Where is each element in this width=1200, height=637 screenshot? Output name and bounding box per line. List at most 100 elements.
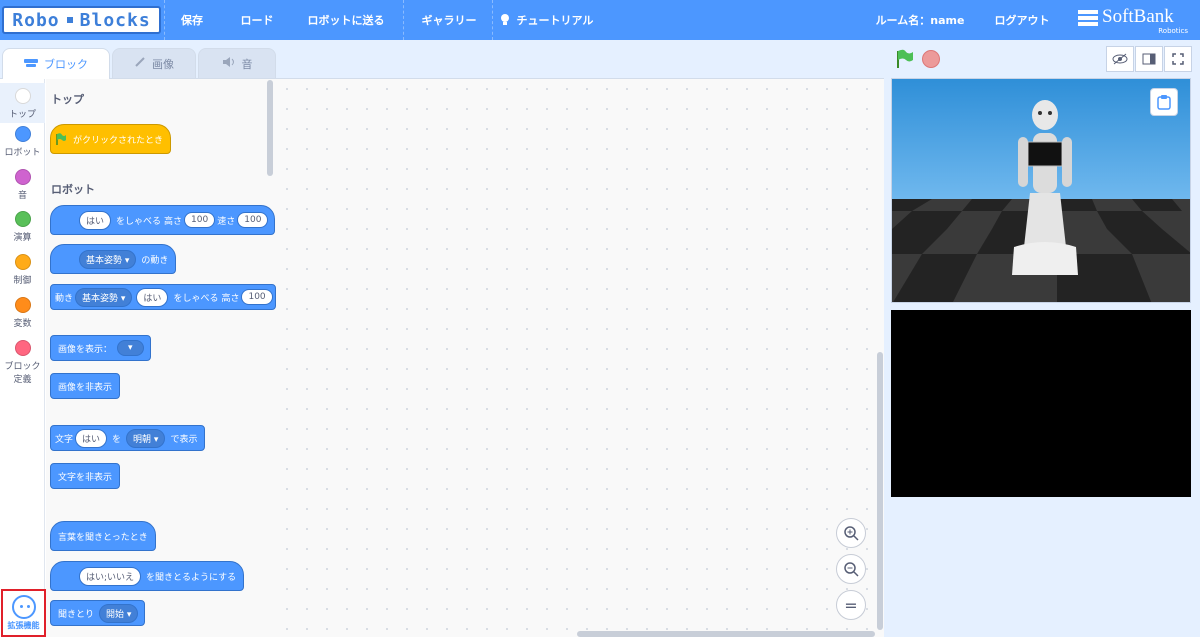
- category-sound[interactable]: 音: [0, 169, 45, 201]
- category-top[interactable]: トップ: [0, 83, 45, 123]
- panel-icon: [1142, 53, 1156, 65]
- motion-say-value-input[interactable]: はい: [136, 287, 169, 307]
- softbank-bars-icon: [1078, 10, 1098, 27]
- logout-menu[interactable]: ログアウト: [988, 0, 1056, 40]
- logo-dot: [66, 17, 73, 23]
- category-my-blocks[interactable]: ブロック 定義: [0, 340, 45, 385]
- category-operators-dot: [14, 211, 31, 227]
- show-image-dropdown[interactable]: ▾: [117, 340, 144, 356]
- motion-say-prefix: 動き: [55, 293, 74, 304]
- tab-blocks[interactable]: ブロック: [2, 48, 110, 79]
- block-hide-text[interactable]: 文字を非表示: [50, 463, 121, 489]
- listen-toggle-dropdown[interactable]: 開始 ▾: [99, 603, 139, 623]
- when-heard-text: 言葉を聞きとったとき: [58, 532, 148, 543]
- show-text-value-input[interactable]: はい: [75, 428, 108, 448]
- clipboard-icon: [1157, 95, 1171, 110]
- tab-sounds-label: 音: [241, 57, 253, 71]
- show-text-prefix: 文字: [55, 434, 74, 445]
- menu-divider: [164, 0, 165, 40]
- category-operators[interactable]: 演算: [0, 211, 45, 243]
- category-variables[interactable]: 変数: [0, 297, 45, 329]
- section-title-top: トップ: [51, 93, 84, 106]
- snapshot-button[interactable]: [1150, 88, 1178, 116]
- show-text-mid: を: [112, 434, 122, 445]
- motion-say-text: をしゃべる: [173, 293, 219, 304]
- block-motion[interactable]: 基本姿勢 ▾ の動き: [50, 244, 177, 274]
- save-menu[interactable]: 保存: [170, 0, 214, 40]
- tutorial-menu[interactable]: チュートリアル: [496, 0, 596, 40]
- zoom-out-icon: [844, 562, 859, 577]
- show-text-suffix: で表示: [170, 434, 198, 445]
- robot-face-icon: [11, 595, 36, 619]
- category-control-label: 制御: [13, 276, 32, 286]
- gallery-menu[interactable]: ギャラリー: [414, 0, 484, 40]
- zoom-in-button[interactable]: [836, 518, 866, 548]
- block-listen-toggle[interactable]: 聞きとり 開始 ▾: [50, 600, 146, 626]
- app-logo[interactable]: Robo Blocks: [2, 6, 161, 34]
- workspace-horizontal-scrollbar[interactable]: [577, 631, 875, 637]
- softbank-brand-sub: Robotics: [1158, 27, 1188, 35]
- tab-costumes-label: 画像: [152, 57, 174, 71]
- zoom-reset-button[interactable]: =: [836, 590, 866, 620]
- small-stage-button[interactable]: [1135, 46, 1163, 72]
- green-flag-run-icon: [897, 49, 913, 68]
- fullscreen-icon: [1172, 53, 1184, 65]
- block-show-text[interactable]: 文字 はい を 明朝 ▾ で表示: [50, 425, 206, 451]
- say-speed-input[interactable]: 100: [237, 212, 269, 228]
- menu-bar: Robo Blocks 保存 ロード ロボットに送る ギャラリー チュートリアル…: [0, 0, 1200, 40]
- send-to-robot-menu[interactable]: ロボットに送る: [300, 0, 392, 40]
- fullscreen-button[interactable]: [1164, 46, 1192, 72]
- listen-words-text: を聞きとるようにする: [146, 572, 237, 583]
- listen-toggle-value: 開始: [106, 609, 125, 620]
- motion-say-pitch-input[interactable]: 100: [241, 289, 273, 305]
- room-name: ルーム名：name: [875, 14, 965, 27]
- flyout-scrollbar[interactable]: [267, 80, 273, 176]
- script-workspace[interactable]: [277, 78, 884, 637]
- logo-text-right: Blocks: [79, 9, 151, 31]
- robot-stage[interactable]: [891, 78, 1191, 303]
- say-pitch-input[interactable]: 100: [184, 212, 216, 228]
- motion-pose-dropdown[interactable]: 基本姿勢 ▾: [79, 249, 137, 269]
- green-flag-button[interactable]: [895, 49, 915, 69]
- section-title-robot: ロボット: [51, 183, 95, 196]
- camera-view: [891, 310, 1191, 497]
- tab-costumes[interactable]: 画像: [112, 48, 196, 78]
- pepper-robot-image: [1012, 100, 1078, 275]
- motion-say-pose-dropdown[interactable]: 基本姿勢 ▾: [75, 287, 133, 307]
- tab-sounds[interactable]: 音: [198, 48, 276, 78]
- workspace-vertical-scrollbar[interactable]: [877, 352, 883, 630]
- say-value-input[interactable]: はい: [79, 210, 112, 230]
- zoom-out-button[interactable]: [836, 554, 866, 584]
- block-hide-image[interactable]: 画像を非表示: [50, 373, 121, 399]
- block-listen-words[interactable]: はい;いいえ を聞きとるようにする: [50, 561, 245, 591]
- block-when-heard[interactable]: 言葉を聞きとったとき: [50, 521, 156, 551]
- category-control[interactable]: 制御: [0, 254, 45, 286]
- eye-off-icon: [1112, 53, 1128, 65]
- green-flag-icon: [55, 133, 67, 145]
- hide-stage-button[interactable]: [1106, 46, 1134, 72]
- extension-button[interactable]: 拡張機能: [1, 589, 46, 637]
- category-my-blocks-label: ブロック: [4, 362, 41, 372]
- category-robot[interactable]: ロボット: [0, 126, 45, 158]
- say-pitch-label: 高さ: [164, 216, 183, 227]
- hide-text-text: 文字を非表示: [58, 472, 113, 483]
- block-say[interactable]: はい をしゃべる 高さ 100 速さ 100: [50, 205, 276, 235]
- block-show-image[interactable]: 画像を表示： ▾: [50, 335, 151, 361]
- show-text-font-dropdown[interactable]: 明朝 ▾: [126, 428, 166, 448]
- listen-words-input[interactable]: はい;いいえ: [79, 566, 142, 586]
- softbank-brand-text: SoftBank: [1102, 6, 1174, 27]
- stop-button[interactable]: [922, 50, 940, 68]
- category-my-blocks-label2: 定義: [13, 375, 32, 385]
- category-robot-dot: [14, 126, 31, 142]
- block-motion-say[interactable]: 動き 基本姿勢 ▾ はい をしゃべる 高さ 100: [50, 284, 276, 310]
- zoom-reset-icon: =: [844, 595, 858, 615]
- show-image-text: 画像を表示：: [58, 344, 113, 355]
- blocks-icon: [24, 57, 38, 71]
- block-when-flag-clicked[interactable]: がクリックされたとき: [50, 124, 172, 154]
- load-menu[interactable]: ロード: [232, 0, 282, 40]
- category-sound-dot: [14, 169, 31, 185]
- motion-pose-value: 基本姿勢: [86, 255, 123, 266]
- say-speed-label: 速さ: [217, 216, 236, 227]
- logo-text-left: Robo: [12, 9, 60, 31]
- category-my-blocks-dot: [14, 340, 31, 356]
